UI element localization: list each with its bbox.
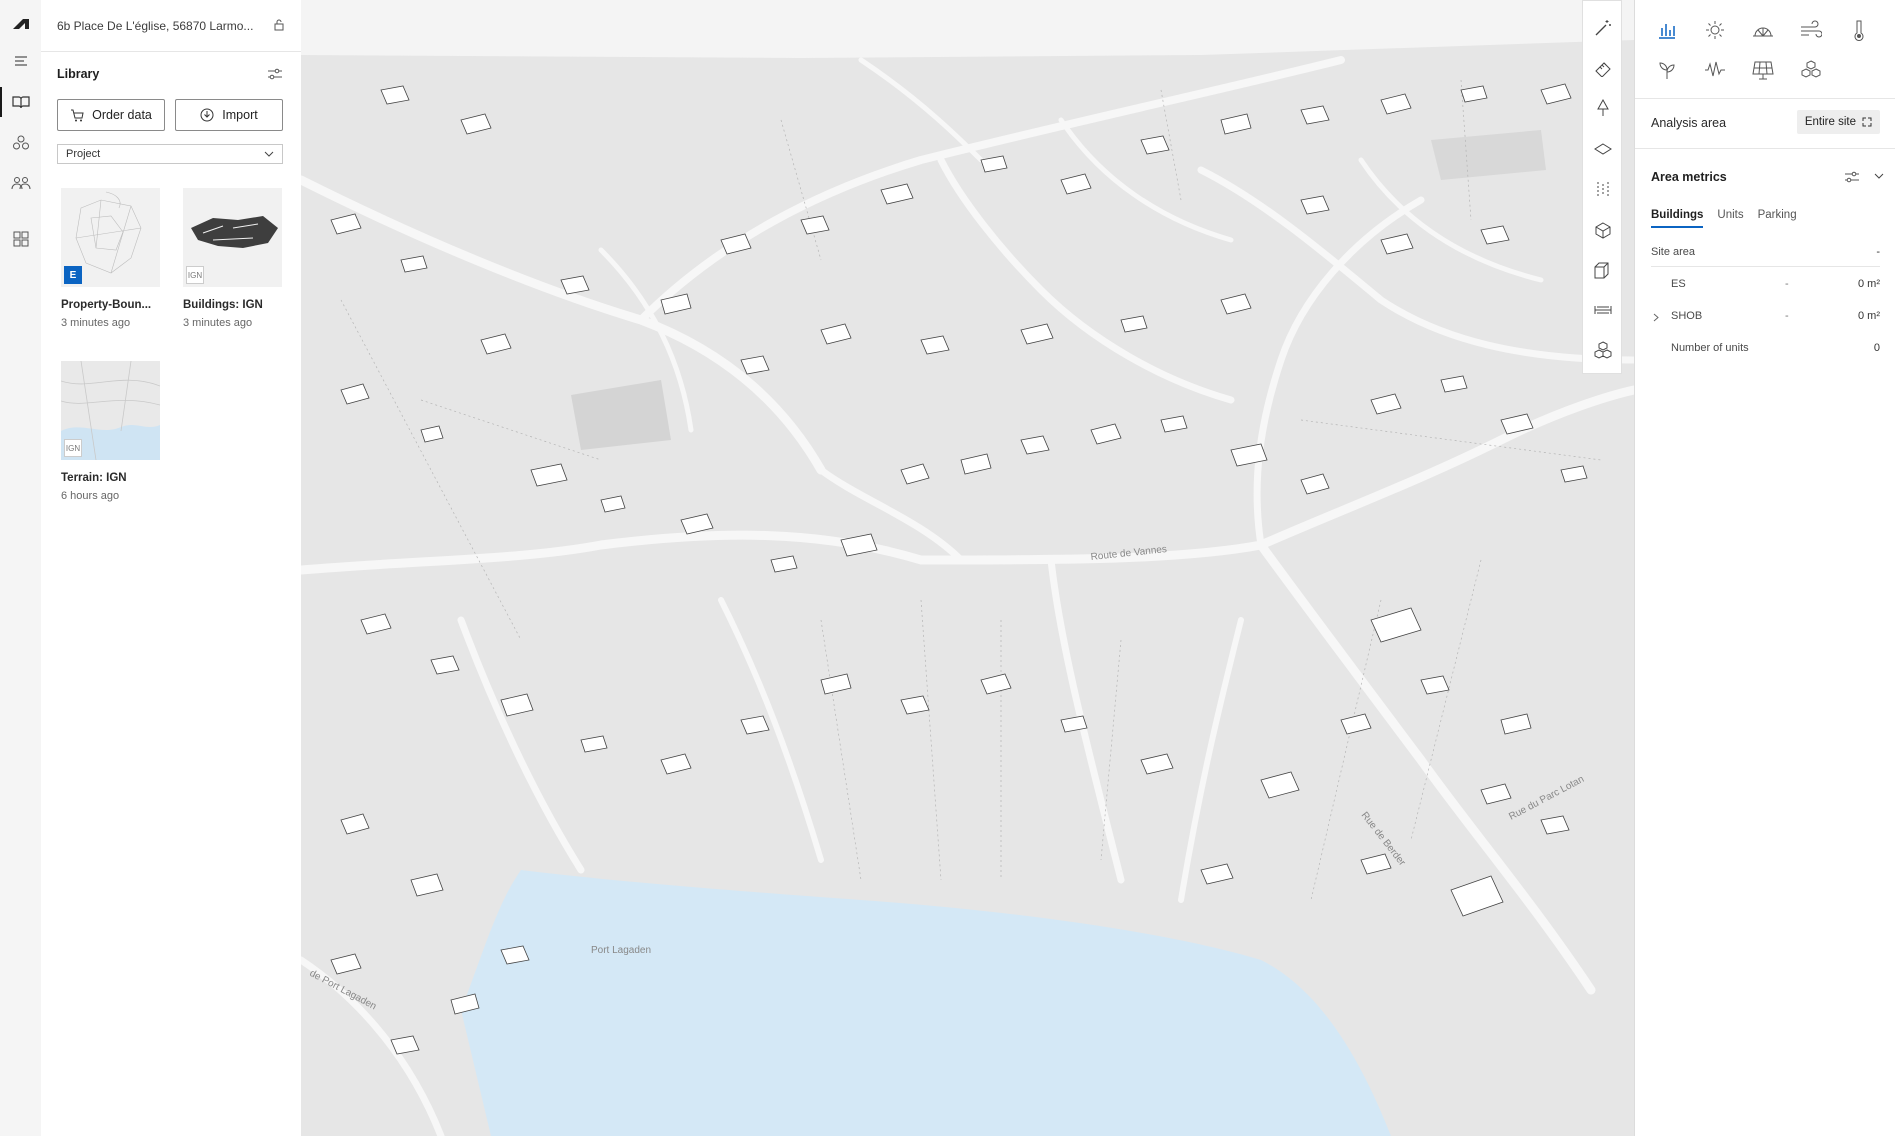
order-data-label: Order data	[92, 108, 152, 122]
import-button[interactable]: Import	[175, 99, 283, 131]
site-area-label: Site area	[1651, 246, 1696, 258]
chevron-right-icon[interactable]	[1653, 313, 1659, 322]
left-rail	[0, 0, 42, 1136]
site-area-row: Site area -	[1651, 240, 1880, 267]
thermometer-icon[interactable]	[1847, 18, 1871, 42]
metrics-tabs: Buildings Units Parking	[1651, 209, 1797, 228]
metric-label: SHOB	[1671, 310, 1703, 322]
sun-icon[interactable]	[1703, 18, 1727, 42]
map-viewport[interactable]: Port Lagaden Rue de Berder Rue du Parc L…	[301, 0, 1634, 1136]
scope-select[interactable]: Project	[57, 144, 283, 164]
metrics-settings-icon[interactable]	[1844, 170, 1860, 184]
metric-dash: -	[1785, 310, 1789, 322]
filter-sliders-icon[interactable]	[267, 67, 283, 81]
import-label: Import	[222, 108, 258, 122]
project-address[interactable]: 6b Place De L'église, 56870 Larmo...	[57, 19, 253, 33]
metric-row-shob[interactable]: SHOB - 0 m²	[1651, 304, 1880, 330]
expand-icon	[1862, 117, 1872, 127]
box-icon[interactable]	[1592, 219, 1614, 241]
buildings-thumbnail: IGN	[183, 188, 282, 287]
divider	[1635, 148, 1895, 149]
analysis-area-selector[interactable]: Entire site	[1796, 110, 1880, 134]
chevron-down-icon[interactable]	[1874, 173, 1884, 179]
height-icon[interactable]	[1592, 179, 1614, 201]
map-label-port: Port Lagaden	[591, 945, 651, 956]
metric-label: Number of units	[1671, 342, 1749, 354]
card-subtitle: 3 minutes ago	[183, 317, 253, 329]
terrain-thumbnail: IGN	[61, 361, 160, 460]
metric-row-units: Number of units 0	[1651, 336, 1880, 362]
badge-ign: IGN	[64, 439, 82, 457]
library-title: Library	[57, 67, 100, 81]
analysis-area-value: Entire site	[1804, 116, 1856, 128]
library-card[interactable]: IGN Terrain: IGN 6 hours ago	[61, 361, 161, 502]
library-header: 6b Place De L'église, 56870 Larmo...	[41, 0, 301, 52]
tab-parking[interactable]: Parking	[1758, 209, 1797, 228]
card-subtitle: 6 hours ago	[61, 490, 120, 502]
models-icon[interactable]	[10, 132, 32, 154]
metric-value: 0 m²	[1858, 310, 1880, 322]
order-data-button[interactable]: Order data	[57, 99, 165, 131]
dashboard-icon[interactable]	[10, 228, 32, 250]
solar-panel-icon[interactable]	[1751, 58, 1775, 82]
wind-icon[interactable]	[1799, 18, 1823, 42]
daylight-icon[interactable]	[1751, 18, 1775, 42]
metric-value: 0 m²	[1858, 278, 1880, 290]
analysis-icon-bar	[1635, 0, 1895, 99]
chevron-down-icon	[264, 151, 274, 157]
cart-icon	[71, 109, 84, 121]
bar-chart-icon[interactable]	[1655, 18, 1679, 42]
lock-icon[interactable]	[273, 18, 285, 31]
tab-buildings[interactable]: Buildings	[1651, 209, 1704, 228]
tab-units[interactable]: Units	[1717, 209, 1743, 228]
menu-icon[interactable]	[10, 50, 32, 72]
metric-value: 0	[1873, 342, 1880, 354]
site-area-value: -	[1876, 246, 1880, 258]
layer-icon[interactable]	[1592, 139, 1614, 161]
badge-ign: IGN	[186, 266, 204, 284]
library-card[interactable]: E Property-Boun... 3 minutes ago	[61, 188, 161, 329]
metric-row-es: ES - 0 m²	[1651, 272, 1880, 298]
metric-label: ES	[1671, 278, 1686, 290]
map-toolbar	[1582, 0, 1622, 374]
blocks-icon[interactable]	[1799, 58, 1823, 82]
cube-icon[interactable]	[1592, 259, 1614, 281]
import-icon	[200, 108, 214, 122]
width-icon[interactable]	[1592, 299, 1614, 321]
stack-icon[interactable]	[1592, 339, 1614, 361]
card-subtitle: 3 minutes ago	[61, 317, 131, 329]
plant-icon[interactable]	[1655, 58, 1679, 82]
analysis-panel: Analysis area Entire site Area metrics B…	[1634, 0, 1895, 1136]
card-title: Property-Boun...	[61, 299, 152, 311]
scope-select-value: Project	[66, 148, 101, 160]
card-title: Terrain: IGN	[61, 472, 127, 484]
tree-icon[interactable]	[1592, 97, 1614, 119]
badge-e: E	[64, 266, 82, 284]
app-logo-icon[interactable]	[10, 12, 32, 34]
magic-wand-icon[interactable]	[1592, 17, 1614, 39]
library-book-icon[interactable]	[0, 87, 32, 117]
metric-dash: -	[1785, 278, 1789, 290]
ruler-icon[interactable]	[1592, 57, 1614, 79]
card-title: Buildings: IGN	[183, 299, 263, 311]
people-icon[interactable]	[10, 172, 32, 194]
noise-icon[interactable]	[1703, 58, 1727, 82]
library-card[interactable]: IGN Buildings: IGN 3 minutes ago	[183, 188, 283, 329]
library-panel: 6b Place De L'église, 56870 Larmo... Lib…	[41, 0, 302, 1136]
property-boundary-thumbnail: E	[61, 188, 160, 287]
